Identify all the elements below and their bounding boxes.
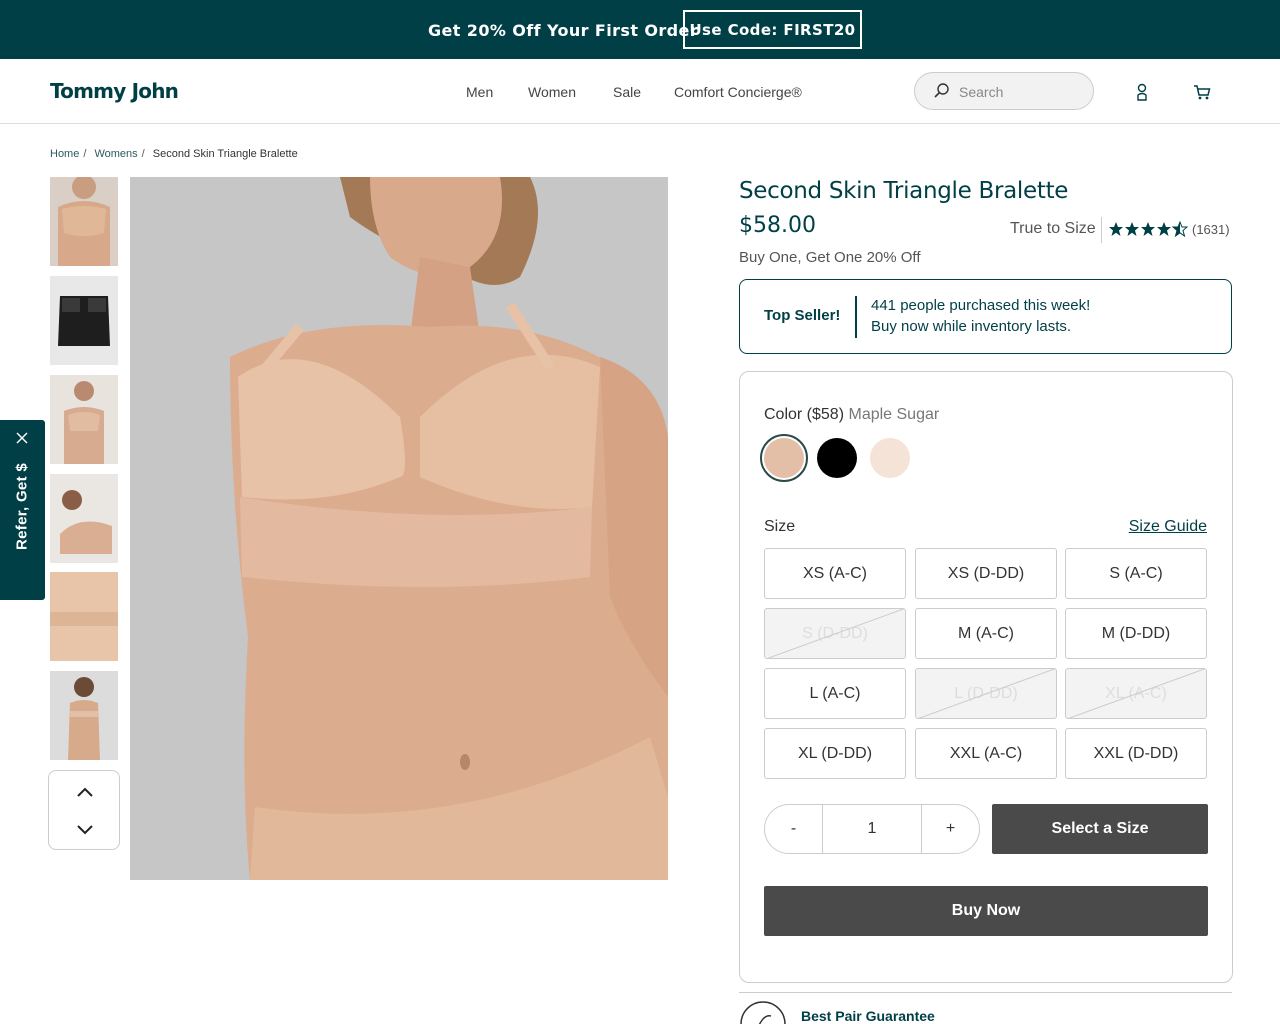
color-price-label: Color ($58): [764, 406, 845, 423]
top-seller-message: Buy now while inventory lasts.: [871, 318, 1072, 335]
product-title: Second Skin Triangle Bralette: [739, 178, 1069, 204]
nav-link-men[interactable]: Men: [466, 84, 493, 100]
size-option[interactable]: XS (D-DD): [915, 548, 1057, 599]
chevron-up-icon[interactable]: [75, 785, 95, 799]
product-thumbnail[interactable]: [50, 375, 118, 464]
size-option[interactable]: M (A-C): [915, 608, 1057, 659]
thumbnail-navigation: [48, 770, 120, 850]
search-input[interactable]: [959, 82, 1079, 102]
nav-link-women[interactable]: Women: [528, 84, 576, 100]
guarantee-title: Best Pair Guarantee: [801, 1008, 935, 1024]
product-thumbnail[interactable]: [50, 177, 118, 266]
product-thumbnail[interactable]: [50, 671, 118, 760]
promo-code-button[interactable]: Use Code: FIRST20: [683, 10, 862, 49]
size-option[interactable]: XS (A-C): [764, 548, 906, 599]
breadcrumb-current: Second Skin Triangle Bralette: [152, 148, 298, 160]
buy-now-button[interactable]: Buy Now: [764, 886, 1208, 936]
size-option-unavailable[interactable]: S (D-DD): [764, 608, 906, 659]
color-label: Color ($58) Maple Sugar: [764, 406, 939, 424]
color-swatch-black[interactable]: [817, 438, 857, 478]
breadcrumb-home[interactable]: Home: [50, 148, 79, 160]
top-seller-banner: Top Seller! 441 people purchased this we…: [739, 279, 1232, 354]
product-thumbnail[interactable]: [50, 276, 118, 365]
nav-link-sale[interactable]: Sale: [613, 84, 641, 100]
size-option[interactable]: L (A-C): [764, 668, 906, 719]
nav-link-comfort-concierge[interactable]: Comfort Concierge®: [674, 84, 802, 100]
selected-color-name: Maple Sugar: [848, 406, 940, 423]
close-icon[interactable]: [14, 430, 30, 446]
quantity-decrease-button[interactable]: -: [765, 805, 823, 853]
product-options-card: Color ($58) Maple Sugar Size Size Guide …: [739, 371, 1233, 983]
account-icon[interactable]: [1132, 82, 1152, 102]
promo-text: Get 20% Off Your First Order: [428, 21, 699, 40]
quantity-increase-button[interactable]: +: [921, 805, 979, 853]
refer-label: Refer, Get $: [13, 463, 31, 550]
fit-label: True to Size: [1010, 220, 1096, 237]
product-price: $58.00: [739, 213, 816, 238]
site-header: Tommy John Men Women Sale Comfort Concie…: [0, 59, 1280, 124]
size-option[interactable]: XXL (A-C): [915, 728, 1057, 779]
size-label: Size: [764, 518, 796, 535]
bogo-promo: Buy One, Get One 20% Off: [739, 249, 921, 266]
main-product-image: [130, 177, 668, 880]
breadcrumb: Home / Womens / Second Skin Triangle Brale…: [50, 148, 298, 160]
size-option[interactable]: XL (D-DD): [764, 728, 906, 779]
search-box[interactable]: [914, 72, 1094, 110]
logo[interactable]: Tommy John: [50, 79, 179, 103]
add-to-bag-button[interactable]: Select a Size: [992, 804, 1208, 854]
breadcrumb-separator: /: [83, 148, 87, 160]
color-swatch-maple-sugar[interactable]: [760, 434, 808, 482]
breadcrumb-separator: /: [141, 148, 145, 160]
size-option-unavailable[interactable]: XL (A-C): [1065, 668, 1207, 719]
product-thumbnail[interactable]: [50, 572, 118, 661]
top-seller-message: 441 people purchased this week!: [871, 297, 1091, 314]
breadcrumb-womens[interactable]: Womens: [94, 148, 137, 160]
review-count[interactable]: (1631): [1192, 222, 1230, 237]
size-option[interactable]: XXL (D-DD): [1065, 728, 1207, 779]
size-option[interactable]: M (D-DD): [1065, 608, 1207, 659]
divider: [739, 992, 1232, 993]
guarantee-icon: [740, 1001, 786, 1024]
quantity-value[interactable]: 1: [823, 805, 921, 853]
top-seller-divider: [855, 296, 857, 338]
promo-bar: Get 20% Off Your First Order Use Code: F…: [0, 0, 1280, 59]
chevron-down-icon[interactable]: [75, 823, 95, 837]
star-rating-icon[interactable]: [1108, 221, 1188, 237]
product-thumbnail[interactable]: [50, 474, 118, 563]
color-swatch-light[interactable]: [870, 438, 910, 478]
size-option[interactable]: S (A-C): [1065, 548, 1207, 599]
size-guide-link[interactable]: Size Guide: [1129, 518, 1207, 536]
size-option-unavailable[interactable]: L (D-DD): [915, 668, 1057, 719]
cart-icon[interactable]: [1192, 82, 1212, 102]
rating-divider: [1101, 217, 1102, 243]
top-seller-label: Top Seller!: [764, 307, 841, 324]
refer-tab[interactable]: Refer, Get $: [0, 420, 45, 600]
search-icon: [934, 83, 949, 98]
quantity-stepper: - 1 +: [764, 804, 980, 854]
